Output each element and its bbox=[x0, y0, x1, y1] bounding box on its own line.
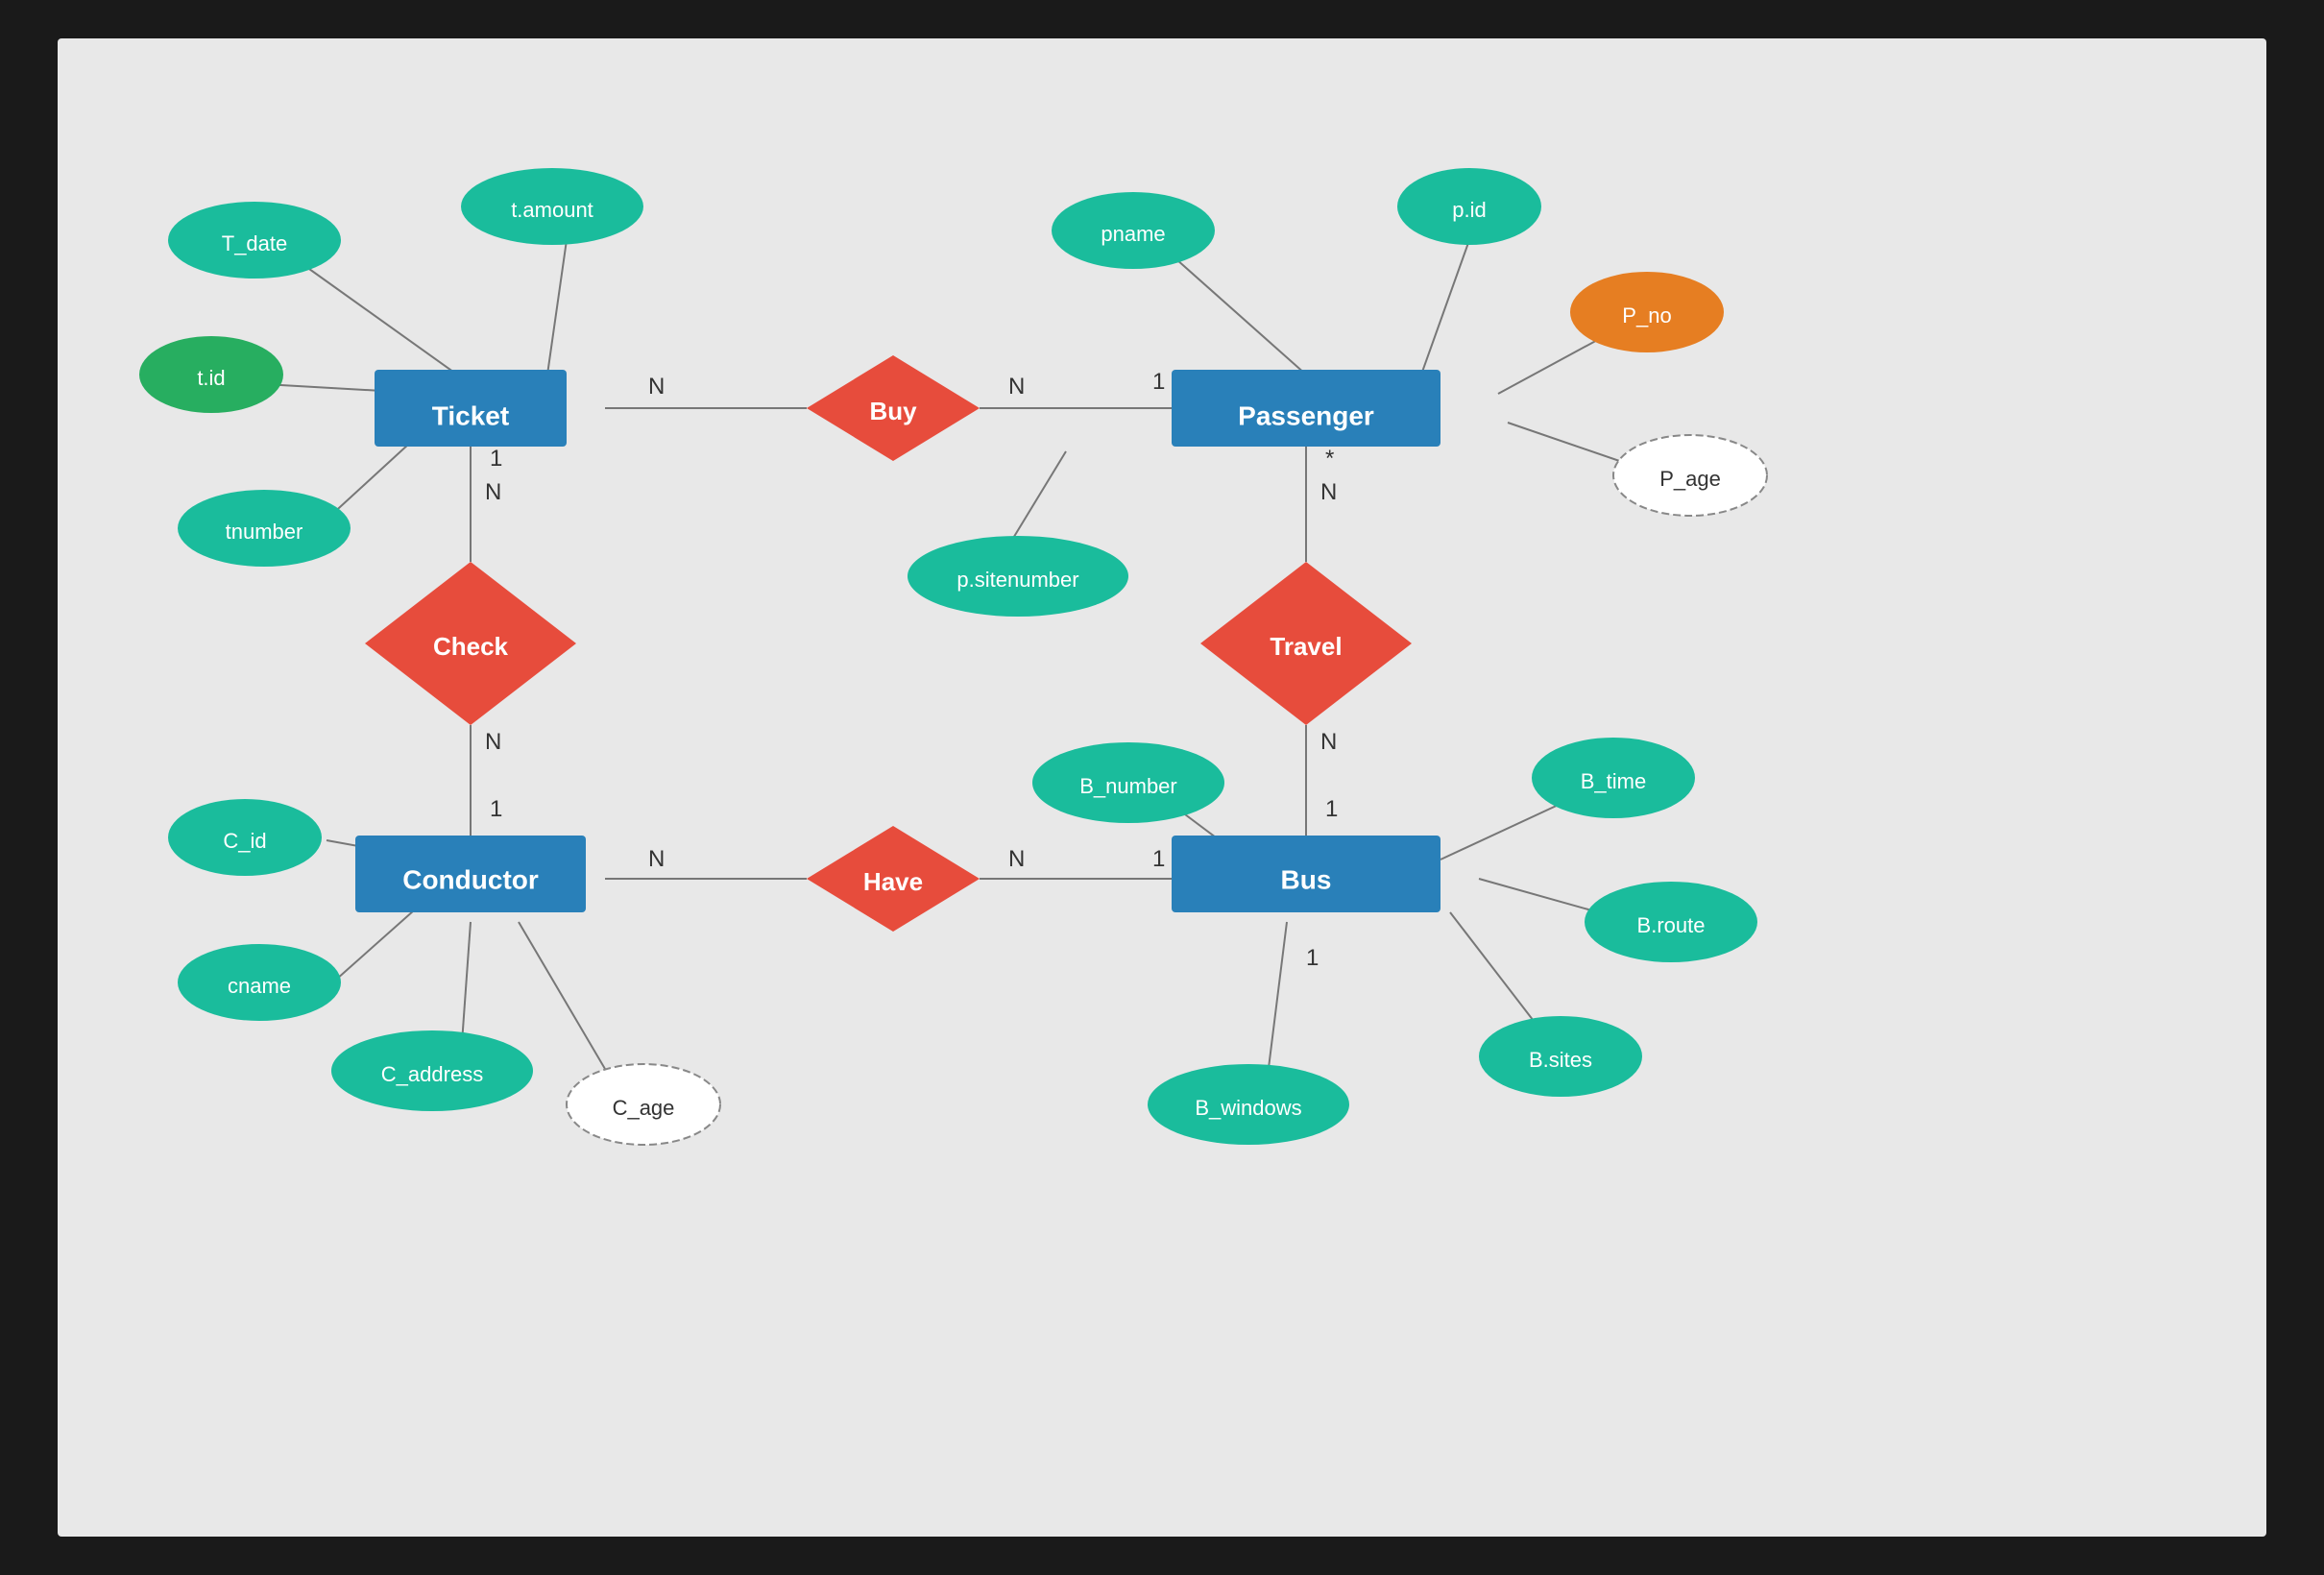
attribute-p-sitenumber: p.sitenumber bbox=[908, 536, 1128, 617]
svg-text:Passenger: Passenger bbox=[1238, 400, 1374, 430]
svg-text:tnumber: tnumber bbox=[226, 520, 303, 544]
card-have-bus-n: N bbox=[1008, 846, 1025, 872]
svg-text:C_age: C_age bbox=[613, 1096, 675, 1120]
relationship-buy: Buy bbox=[807, 355, 980, 461]
attribute-pname: pname bbox=[1052, 192, 1215, 269]
card-have-bus-1: 1 bbox=[1152, 846, 1165, 872]
attribute-b-time: B_time bbox=[1532, 738, 1695, 818]
svg-text:P_age: P_age bbox=[1659, 467, 1721, 491]
svg-text:p.sitenumber: p.sitenumber bbox=[956, 568, 1078, 592]
svg-text:C_id: C_id bbox=[223, 829, 266, 853]
attribute-b-route: B.route bbox=[1585, 882, 1757, 962]
attribute-b-windows: B_windows bbox=[1148, 1064, 1349, 1145]
attribute-p-id: p.id bbox=[1397, 168, 1541, 245]
entity-passenger: Passenger bbox=[1172, 370, 1440, 447]
attribute-c-age: C_age bbox=[567, 1064, 720, 1145]
svg-text:B_windows: B_windows bbox=[1195, 1096, 1301, 1120]
svg-text:Travel: Travel bbox=[1270, 632, 1342, 661]
svg-text:T_date: T_date bbox=[222, 231, 288, 255]
relationship-travel: Travel bbox=[1200, 562, 1412, 725]
svg-text:P_no: P_no bbox=[1622, 303, 1671, 327]
card-passenger-buy-1: 1 bbox=[1152, 369, 1165, 395]
attribute-tnumber: tnumber bbox=[178, 490, 351, 567]
svg-text:B.sites: B.sites bbox=[1529, 1048, 1592, 1072]
attribute-b-sites: B.sites bbox=[1479, 1016, 1642, 1097]
er-diagram-canvas: N N 1 N 1 N 1 N * N 1 N N 1 1 Ticket Pas… bbox=[58, 38, 2266, 1537]
svg-text:Buy: Buy bbox=[869, 397, 917, 425]
svg-text:pname: pname bbox=[1101, 222, 1165, 246]
card-check-conductor-n: N bbox=[485, 729, 501, 755]
attribute-p-no: P_no bbox=[1570, 272, 1724, 352]
card-passenger-travel-n: N bbox=[1320, 479, 1337, 505]
attribute-t-id: t.id bbox=[139, 336, 283, 413]
svg-text:Bus: Bus bbox=[1281, 864, 1332, 894]
card-conductor-have-n: N bbox=[648, 846, 665, 872]
svg-text:cname: cname bbox=[228, 974, 291, 998]
attribute-t-date: T_date bbox=[168, 202, 341, 279]
card-travel-bus-1: 1 bbox=[1325, 796, 1338, 822]
card-travel-bus-n: N bbox=[1320, 729, 1337, 755]
card-check-conductor-1: 1 bbox=[490, 796, 502, 822]
svg-text:C_address: C_address bbox=[381, 1062, 483, 1086]
svg-text:Ticket: Ticket bbox=[432, 400, 509, 430]
attribute-p-age: P_age bbox=[1613, 435, 1767, 516]
card-passenger-travel-star: * bbox=[1325, 446, 1334, 472]
card-ticket-buy-n: N bbox=[648, 374, 665, 400]
relationship-check: Check bbox=[365, 562, 576, 725]
entity-bus: Bus bbox=[1172, 836, 1440, 912]
attribute-c-id: C_id bbox=[168, 799, 322, 876]
svg-text:t.amount: t.amount bbox=[511, 198, 593, 222]
card-buy-passenger-n: N bbox=[1008, 374, 1025, 400]
svg-text:B_number: B_number bbox=[1079, 774, 1177, 798]
attribute-t-amount: t.amount bbox=[461, 168, 643, 245]
entity-conductor: Conductor bbox=[355, 836, 586, 912]
svg-text:B_time: B_time bbox=[1581, 769, 1646, 793]
svg-text:B.route: B.route bbox=[1637, 913, 1706, 937]
svg-text:Check: Check bbox=[433, 632, 509, 661]
entity-ticket: Ticket bbox=[375, 370, 567, 447]
svg-text:p.id: p.id bbox=[1452, 198, 1486, 222]
card-bus-bottom: 1 bbox=[1306, 945, 1319, 971]
card-ticket-check-1: 1 bbox=[490, 446, 502, 472]
attribute-c-address: C_address bbox=[331, 1030, 533, 1111]
attribute-b-number: B_number bbox=[1032, 742, 1224, 823]
svg-text:t.id: t.id bbox=[197, 366, 225, 390]
card-ticket-check-n: N bbox=[485, 479, 501, 505]
relationship-have: Have bbox=[807, 826, 980, 932]
svg-text:Have: Have bbox=[863, 867, 923, 896]
svg-text:Conductor: Conductor bbox=[402, 864, 539, 894]
attribute-cname: cname bbox=[178, 944, 341, 1021]
